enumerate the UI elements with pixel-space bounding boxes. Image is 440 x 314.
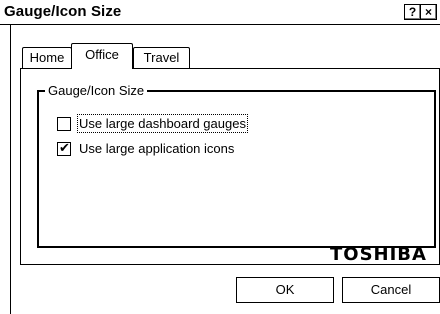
cancel-button[interactable]: Cancel — [342, 277, 440, 303]
help-button[interactable]: ? — [404, 4, 421, 20]
large-icons-label[interactable]: Use large application icons — [79, 141, 234, 156]
tab-home[interactable]: Home — [22, 47, 72, 68]
ok-button[interactable]: OK — [236, 277, 334, 303]
tab-travel[interactable]: Travel — [133, 47, 190, 68]
close-button[interactable]: × — [420, 4, 437, 20]
window-title: Gauge/Icon Size — [4, 3, 122, 20]
tab-office[interactable]: Office — [71, 43, 133, 69]
group-label: Gauge/Icon Size — [45, 83, 148, 98]
large-gauges-label[interactable]: Use large dashboard gauges — [77, 114, 248, 133]
large-icons-checkbox[interactable]: ✔ — [57, 140, 71, 156]
tab-panel: Gauge/Icon Size Use large dashboard gaug… — [20, 68, 440, 265]
large-gauges-checkbox[interactable] — [57, 117, 71, 131]
window-left-border — [10, 25, 11, 314]
toshiba-logo: TOSHIBA — [330, 244, 427, 265]
gauge-icon-size-group: Gauge/Icon Size Use large dashboard gaug… — [37, 83, 436, 248]
title-bar: Gauge/Icon Size ? × — [0, 0, 440, 25]
dialog-window: Gauge/Icon Size ? × Home Office Travel G… — [0, 0, 440, 314]
check-icon: ✔ — [59, 140, 70, 155]
